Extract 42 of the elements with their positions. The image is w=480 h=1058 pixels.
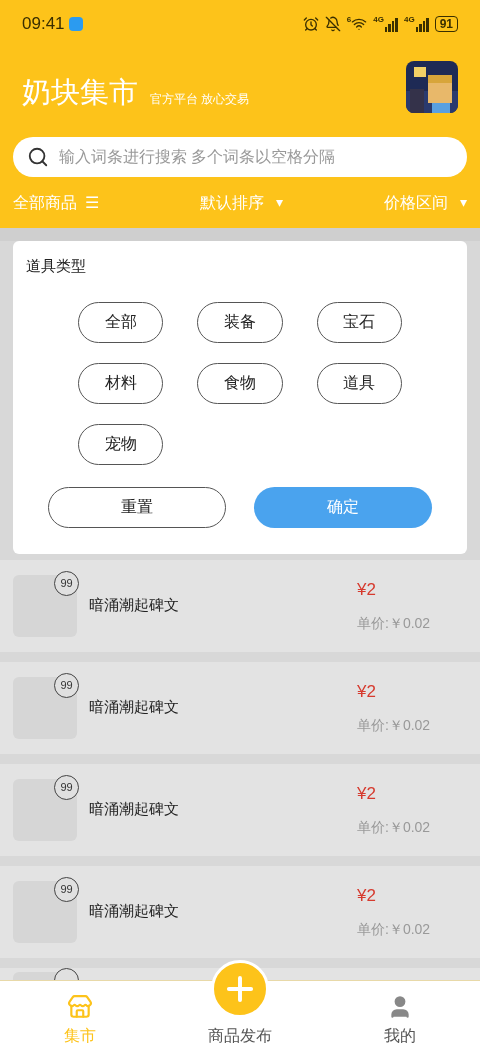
wifi-label: 6 (346, 16, 352, 24)
item-name: 暗涌潮起碑文 (89, 595, 180, 616)
alarm-icon (302, 16, 319, 32)
item-name: 暗涌潮起碑文 (89, 799, 180, 820)
item-name: 暗涌潮起碑文 (89, 901, 180, 922)
item-price: ¥2 (357, 579, 376, 602)
category-chip[interactable]: 道具 (316, 362, 402, 404)
item-name: 暗涌潮起碑文 (89, 697, 180, 718)
message-icon (68, 17, 83, 31)
category-chip[interactable]: 材料 (78, 362, 164, 404)
item-price: ¥2 (357, 681, 376, 704)
category-chip[interactable]: 全部 (78, 301, 164, 343)
unit-price: 单价:￥0.02 (357, 817, 431, 837)
count-badge: 99 (54, 570, 79, 596)
item-card[interactable]: 99 暗涌潮起碑文 ¥2 单价:￥0.02 (0, 661, 480, 754)
bell-off-icon (324, 16, 341, 32)
search-field[interactable]: 输入词条进行搜索 多个词条以空格分隔 (13, 137, 467, 177)
item-card[interactable]: 99 暗涌潮起碑文 ¥2 单价:￥0.02 (0, 865, 480, 958)
panel-title: 道具类型 (26, 256, 87, 276)
item-price: ¥2 (357, 783, 376, 806)
status-time: 09:41 (22, 13, 65, 36)
app-subtitle: 官方平台 放心交易 (150, 93, 250, 105)
search-icon (27, 146, 49, 168)
nav-tab[interactable]: 我的 (320, 981, 480, 1058)
unit-price: 单价:￥0.02 (357, 715, 431, 735)
count-badge: 99 (54, 774, 79, 800)
category-chip[interactable]: 宠物 (78, 423, 164, 465)
unit-price: 单价:￥0.02 (357, 613, 431, 633)
category-chip[interactable]: 装备 (197, 301, 283, 343)
nav-tab[interactable]: 商品发布 (160, 959, 320, 1058)
unit-price: 单价:￥0.02 (357, 919, 431, 939)
count-badge: 99 (54, 876, 79, 902)
item-price: ¥2 (357, 885, 376, 908)
item-card[interactable]: 99 暗涌潮起碑文 ¥2 单价:￥0.02 (0, 763, 480, 856)
count-badge: 99 (54, 672, 79, 698)
category-chip[interactable]: 宝石 (316, 301, 402, 343)
category-chip[interactable]: 食物 (197, 362, 283, 404)
battery-icon: 91 (434, 16, 458, 32)
item-card[interactable]: 99 暗涌潮起碑文 ¥2 单价:￥0.02 (0, 559, 480, 652)
app-title: 奶块集市 (22, 78, 138, 107)
wifi-icon (351, 16, 368, 32)
store-icon (67, 994, 93, 1020)
